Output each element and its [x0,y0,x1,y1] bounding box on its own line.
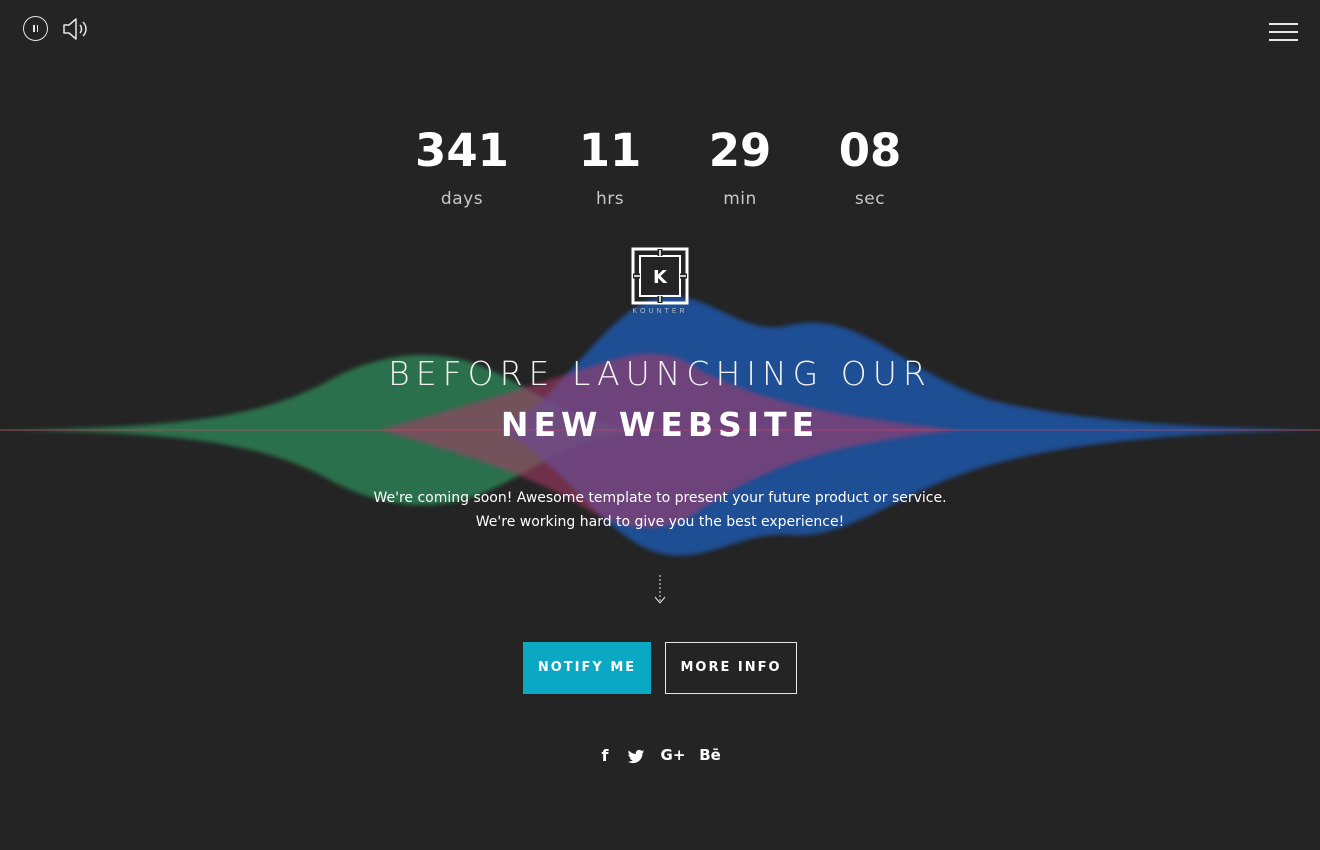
countdown-days: 341 days [392,122,532,209]
countdown-days-label: days [440,189,484,209]
countdown-days-value: 341 [415,124,509,177]
pause-button[interactable] [23,16,48,41]
more-info-button[interactable]: MORE INFO [665,642,797,694]
google-plus-glyph: G+ [660,746,686,764]
coming-soon-page: 341 days 11 hrs 29 min 08 sec K KOUNTER … [0,0,1320,850]
countdown-hours-value: 11 [578,124,642,177]
logo-letter: K [653,267,668,288]
scroll-down-arrow-icon[interactable] [652,574,668,606]
behance-glyph: Bē [699,746,721,764]
pause-icon [33,25,35,32]
countdown-minutes-value: 29 [708,124,772,177]
menu-line [1269,31,1298,33]
countdown-minutes: 29 min [670,122,810,209]
countdown-timer: 341 days 11 hrs 29 min 08 sec [0,122,1320,222]
facebook-icon[interactable]: f [596,746,614,766]
countdown-seconds: 08 sec [800,122,940,209]
menu-line [1269,39,1298,41]
speaker-icon[interactable] [62,15,92,43]
hero-description-line-2: We're working hard to give you the best … [475,514,845,530]
facebook-glyph: f [601,746,609,765]
hero-description: We're coming soon! Awesome template to p… [0,486,1320,534]
hero-headline: BEFORE LAUNCHING OUR [388,354,932,393]
logo-caption: KOUNTER [632,308,688,315]
countdown-hours-label: hrs [595,189,625,209]
google-plus-icon[interactable]: G+ [660,746,686,766]
countdown-seconds-label: sec [854,189,886,209]
menu-line [1269,23,1298,25]
notify-me-button[interactable]: NOTIFY ME [523,642,651,694]
twitter-icon[interactable] [627,748,645,766]
kounter-logo: K [631,247,689,305]
hero-description-line-1: We're coming soon! Awesome template to p… [373,490,947,506]
behance-icon[interactable]: Bē [698,746,722,766]
hamburger-menu-icon[interactable] [1269,22,1298,42]
hero-headline-bold: NEW WEBSITE [500,405,820,444]
countdown-hours: 11 hrs [540,122,680,209]
countdown-minutes-label: min [723,189,757,209]
pause-icon-bar [36,25,38,32]
countdown-seconds-value: 08 [838,124,902,177]
